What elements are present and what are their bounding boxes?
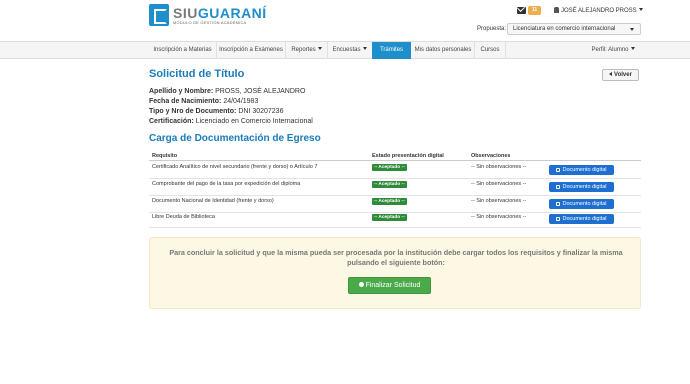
nav-encuestas[interactable]: Encuestas [328,42,371,59]
documento-digital-button[interactable]: Documento digital [549,182,614,192]
caret-down-icon [317,47,322,50]
caret-down-icon [638,8,643,11]
section-title: Carga de Documentación de Egreso [149,133,321,144]
nav-mis-datos-personales[interactable]: Mis datos personales [412,42,474,59]
field-documento: Tipo y Nro de Documento: DNI 30207236 [149,108,284,115]
observaciones-cell: -- Sin observaciones -- [471,181,527,187]
logo-text: SIUGUARANÍ [173,5,267,21]
caret-down-icon [630,47,635,50]
status-badge: -- Aceptado -- [372,214,407,221]
nav-inscripcion-materias[interactable]: Inscripción a Materias [149,42,216,59]
documento-digital-button[interactable]: Documento digital [549,214,614,224]
nav-divider [505,42,506,59]
check-circle-icon [358,282,364,287]
caret-down-icon [362,47,367,50]
requisito-cell: Comprobante del pago de la tasa por expe… [152,181,301,187]
field-fecha-nacimiento: Fecha de Nacimiento: 24/04/1983 [149,98,259,105]
row-divider [149,227,641,228]
nav-reportes[interactable]: Reportes [286,42,327,59]
nav-cursos[interactable]: Cursos [475,42,505,59]
status-badge: -- Aceptado -- [372,164,407,171]
nav-tramites[interactable]: Trámites [372,42,411,59]
row-divider [149,195,641,196]
finalize-panel: Para concluir la solicitud y que la mism… [149,237,641,309]
documento-digital-button[interactable]: Documento digital [549,199,614,209]
page-title: Solicitud de Título [149,68,245,80]
user-menu[interactable]: JOSÉ ALEJANDRO PROSS [554,7,643,14]
requisito-cell: Libre Deuda de Biblioteca [152,214,215,220]
finalize-message: Para concluir la solicitud y que la mism… [169,248,623,267]
row-divider [149,178,641,179]
field-apellido-nombre: Apellido y Nombre: PROSS, JOSÉ ALEJANDRO [149,88,306,95]
requisito-cell: Documento Nacional de Identidad (frente … [152,198,274,204]
finalizar-solicitud-button[interactable]: Finalizar Solicitud [348,277,431,294]
field-certificacion: Certificación: Licenciado en Comercio In… [149,118,313,125]
edit-icon [556,185,561,189]
observaciones-cell: -- Sin observaciones -- [471,198,527,204]
caret-down-icon [630,28,634,31]
requisito-cell: Certificado Analítico de nivel secundari… [152,164,318,170]
logo-subtitle: MÓDULO DE GESTIÓN ACADÉMICA [173,20,247,25]
status-badge: -- Aceptado -- [372,181,407,188]
guarani-logo-icon [149,4,169,26]
nav-inscripcion-examenes[interactable]: Inscripción a Exámenes [217,42,285,59]
user-name: JOSÉ ALEJANDRO PROSS [561,8,637,14]
main-navbar: Inscripción a Materias Inscripción a Exá… [0,41,690,59]
edit-icon [556,202,561,206]
table-header-requisito: Requisito [152,153,178,159]
back-button[interactable]: Volver [602,69,639,81]
messages-badge[interactable]: 11 [528,6,541,15]
edit-icon [556,168,561,172]
propuesta-value: Licenciatura en comercio internacional [513,26,616,32]
table-header-estado: Estado presentación digital [372,153,444,159]
observaciones-cell: -- Sin observaciones -- [471,214,527,220]
propuesta-select[interactable]: Licenciatura en comercio internacional [507,23,641,35]
envelope-icon[interactable] [517,7,526,14]
propuesta-label: Propuesta: [477,26,507,32]
edit-icon [556,217,561,221]
documento-digital-button[interactable]: Documento digital [549,165,614,175]
user-icon [554,7,559,13]
row-divider [149,212,641,213]
status-badge: -- Aceptado -- [372,198,407,205]
table-header-divider [149,160,641,161]
top-header: SIUGUARANÍ MÓDULO DE GESTIÓN ACADÉMICA 1… [0,0,690,40]
observaciones-cell: -- Sin observaciones -- [471,164,527,170]
back-arrow-icon [609,72,613,76]
nav-perfil[interactable]: Perfil: Alumno [588,42,638,59]
table-header-observaciones: Observaciones [471,153,511,159]
